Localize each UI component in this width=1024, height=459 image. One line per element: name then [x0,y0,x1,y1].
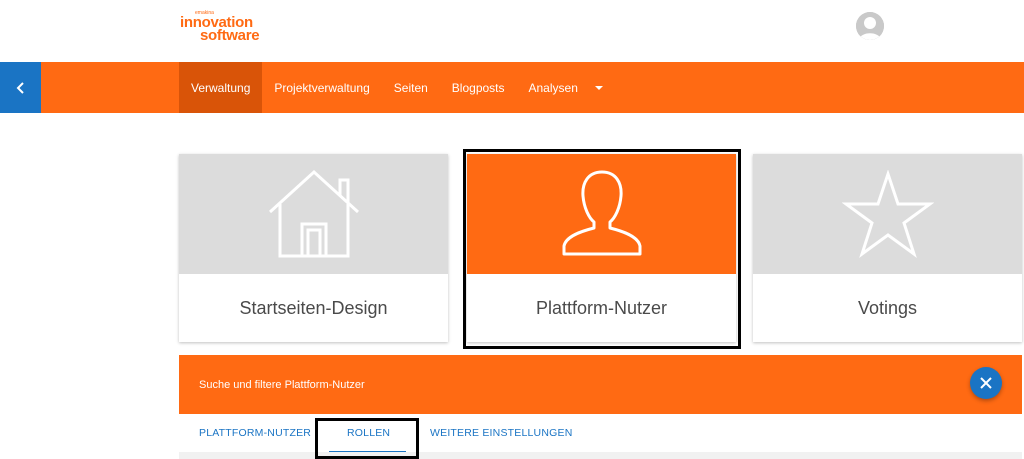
tile-startseiten-design[interactable]: Startseiten-Design [179,154,448,342]
tab-rollen[interactable]: ROLLEN [347,414,390,452]
main-nav-bar: Verwaltung Projektverwaltung Seiten Blog… [0,62,1024,113]
nav-item-analysen[interactable]: Analysen [517,62,590,113]
nav-item-seiten[interactable]: Seiten [382,62,440,113]
caret-down-icon [594,85,603,90]
user-avatar[interactable] [856,12,884,40]
tile-label: Startseiten-Design [239,297,388,318]
tile-image-area [179,154,448,274]
close-filter-button[interactable] [970,367,1002,399]
top-header: emakina innovation software [0,0,1024,62]
filter-title: Suche und filtere Plattform-Nutzer [199,379,365,391]
tab-content-area [179,452,1022,459]
tab-plattform-nutzer[interactable]: PLATTFORM-NUTZER [199,414,311,452]
star-icon [841,170,934,258]
nav-more-dropdown[interactable] [590,62,612,113]
brand-line-2: software [200,27,260,44]
filter-panel-header: Suche und filtere Plattform-Nutzer [179,355,1022,414]
brand-logo[interactable]: emakina innovation software [176,10,266,46]
avatar-person-icon [856,12,884,40]
tile-plattform-nutzer[interactable]: Plattform-Nutzer [467,154,736,342]
house-icon [268,169,359,258]
nav-items: Verwaltung Projektverwaltung Seiten Blog… [179,62,612,113]
close-icon [980,377,992,389]
tile-label: Votings [857,297,918,318]
chevron-left-icon [16,81,24,94]
nav-item-projektverwaltung[interactable]: Projektverwaltung [262,62,381,113]
tab-weitere-einstellungen[interactable]: WEITERE EINSTELLUNGEN [430,414,572,452]
tile-image-area [467,154,736,274]
user-bust-icon [562,170,641,256]
tile-image-area [753,154,1022,274]
page: emakina innovation software Verwaltung P… [0,0,1024,459]
tile-votings[interactable]: Votings [753,154,1022,342]
nav-item-verwaltung[interactable]: Verwaltung [179,62,263,113]
back-button[interactable] [0,62,41,113]
tile-label: Plattform-Nutzer [535,297,668,318]
nav-item-blogposts[interactable]: Blogposts [440,62,517,113]
